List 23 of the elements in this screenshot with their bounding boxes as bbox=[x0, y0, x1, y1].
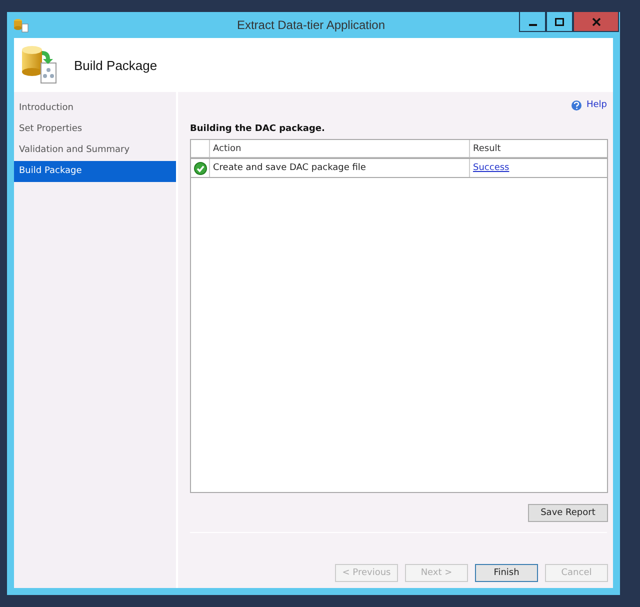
save-report-button[interactable]: Save Report bbox=[528, 504, 608, 522]
sidebar-item[interactable]: Introduction bbox=[14, 98, 176, 119]
result-link[interactable]: Success bbox=[473, 163, 510, 173]
wizard-button[interactable]: Finish bbox=[475, 564, 538, 582]
sidebar-item[interactable]: Set Properties bbox=[14, 119, 176, 140]
table-cell: Create and save DAC package file bbox=[210, 159, 470, 177]
section-heading: Building the DAC package. bbox=[190, 124, 326, 134]
minimize-icon bbox=[528, 24, 536, 26]
close-icon bbox=[592, 18, 600, 26]
app-icon bbox=[13, 17, 29, 33]
close-button[interactable] bbox=[573, 12, 619, 32]
sidebar-item[interactable]: Validation and Summary bbox=[14, 140, 176, 161]
column-header: Action bbox=[210, 140, 470, 157]
help-icon[interactable] bbox=[571, 100, 582, 110]
maximize-button[interactable] bbox=[546, 12, 573, 32]
maximize-icon bbox=[555, 18, 564, 26]
page-title: Build Package bbox=[74, 58, 158, 72]
minimize-button[interactable] bbox=[519, 12, 546, 32]
sidebar-item[interactable]: Build Package bbox=[14, 161, 176, 182]
window-title: Extract Data-tier Application bbox=[236, 18, 386, 32]
success-icon bbox=[194, 162, 206, 174]
help-link[interactable]: Help bbox=[586, 100, 607, 110]
column-header: Result bbox=[472, 142, 502, 156]
